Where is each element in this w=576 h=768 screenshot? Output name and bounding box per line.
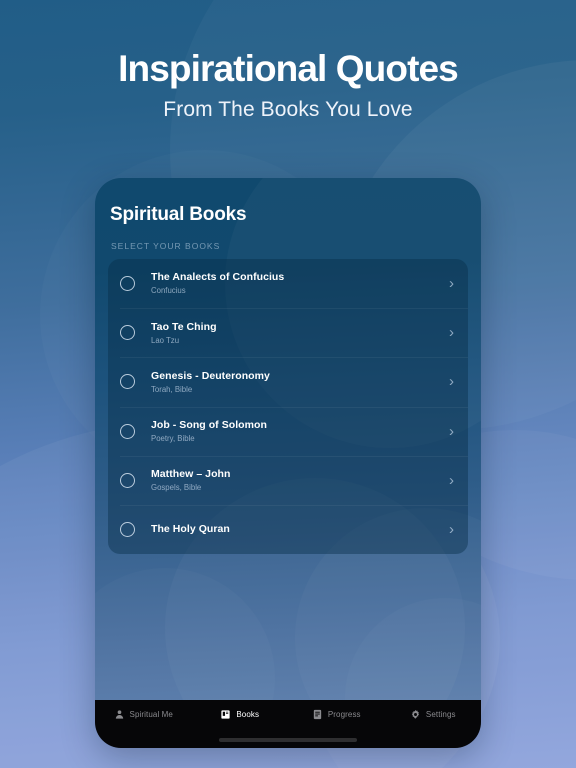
book-text: Tao Te Ching Lao Tzu [151, 321, 439, 345]
tab-progress[interactable]: Progress [288, 709, 385, 720]
book-list-item[interactable]: Genesis - Deuteronomy Torah, Bible › [108, 357, 468, 406]
book-title: Genesis - Deuteronomy [151, 369, 270, 382]
chevron-right-icon[interactable]: › [449, 424, 454, 439]
book-list: The Analects of Confucius Confucius › Tao T… [108, 259, 468, 555]
screen-title: Spiritual Books [110, 204, 247, 225]
document-icon [312, 709, 323, 720]
book-subtitle: Lao Tzu [151, 335, 180, 345]
person-icon [114, 709, 125, 720]
page-subtitle: From The Books You Love [163, 98, 413, 122]
chevron-right-icon[interactable]: › [449, 473, 454, 488]
book-text: Matthew – John Gospels, Bible [151, 468, 439, 492]
book-title: The Analects of Confucius [151, 271, 285, 284]
page-title: Inspirational Quotes [118, 48, 459, 89]
device-frame: Spiritual Books SELECT YOUR BOOKS The An… [95, 178, 481, 748]
book-icon [220, 709, 231, 720]
radio-icon[interactable] [120, 522, 135, 538]
radio-icon[interactable] [120, 276, 135, 292]
book-text: The Holy Quran [151, 523, 439, 536]
bottom-tab-bar: Spiritual Me Books Progress Settings [95, 700, 481, 748]
promo-header: Inspirational Quotes From The Books You … [0, 48, 576, 122]
tab-spiritual-me[interactable]: Spiritual Me [95, 709, 192, 720]
book-text: The Analects of Confucius Confucius [151, 271, 439, 295]
book-list-item[interactable]: The Holy Quran › [108, 504, 468, 554]
app-screenshot: Inspirational Quotes From The Books You … [0, 0, 576, 768]
chevron-right-icon[interactable]: › [449, 325, 454, 340]
chevron-right-icon[interactable]: › [449, 522, 454, 537]
book-title: Tao Te Ching [151, 320, 217, 333]
tab-books[interactable]: Books [192, 709, 289, 720]
tab-label: Books [236, 710, 260, 719]
home-indicator [219, 738, 357, 742]
tab-label: Settings [425, 710, 456, 719]
book-title: Job - Song of Solomon [151, 418, 267, 431]
book-subtitle: Confucius [151, 286, 186, 296]
chevron-right-icon[interactable]: › [449, 374, 454, 389]
section-label: SELECT YOUR BOOKS [111, 241, 221, 251]
book-list-item[interactable]: The Analects of Confucius Confucius › [108, 259, 468, 308]
book-title: Matthew – John [151, 468, 231, 481]
book-text: Job - Song of Solomon Poetry, Bible [151, 419, 439, 443]
radio-icon[interactable] [120, 374, 135, 390]
radio-icon[interactable] [120, 325, 135, 341]
book-list-item[interactable]: Matthew – John Gospels, Bible › [108, 455, 468, 505]
radio-icon[interactable] [120, 423, 135, 439]
tab-label: Spiritual Me [129, 710, 173, 719]
book-subtitle: Poetry, Bible [151, 434, 195, 444]
book-subtitle: Gospels, Bible [151, 483, 202, 493]
book-text: Genesis - Deuteronomy Torah, Bible [151, 370, 439, 394]
book-subtitle: Torah, Bible [151, 384, 193, 394]
app-content: Spiritual Books SELECT YOUR BOOKS The An… [95, 178, 481, 748]
book-list-item[interactable]: Job - Song of Solomon Poetry, Bible › [108, 406, 468, 456]
chevron-right-icon[interactable]: › [449, 276, 454, 291]
book-list-item[interactable]: Tao Te Ching Lao Tzu › [108, 308, 468, 357]
book-title: The Holy Quran [151, 522, 230, 535]
radio-icon[interactable] [120, 472, 135, 488]
tab-label: Progress [327, 710, 361, 719]
gear-icon [410, 709, 421, 720]
tab-settings[interactable]: Settings [385, 709, 482, 720]
